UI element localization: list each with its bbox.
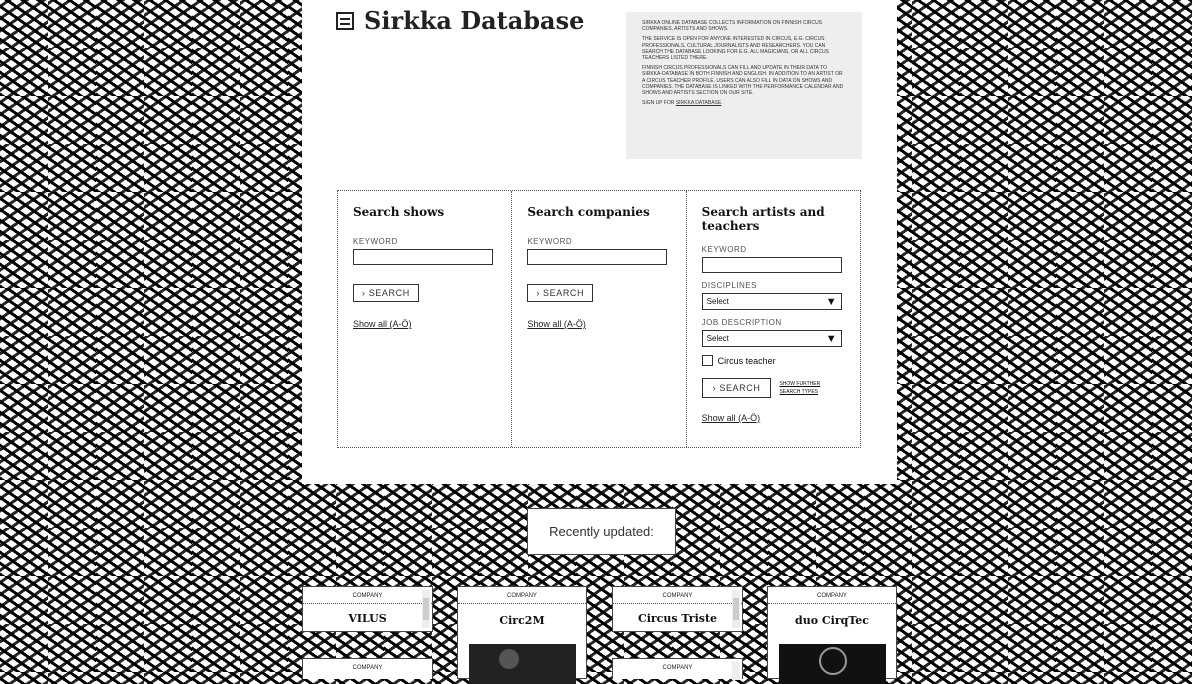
further-line-2: SEARCH TYPES [779, 389, 818, 395]
dropdown-arrow-icon: ▼ [825, 295, 837, 308]
card-name: Circ2M [499, 614, 545, 627]
card-type: COMPANY [458, 587, 586, 604]
companies-keyword-input[interactable] [527, 249, 668, 265]
job-description-label: JOB DESCRIPTION [701, 318, 782, 327]
card-name: duo CirqTec [795, 614, 869, 627]
artists-keyword-input[interactable] [701, 257, 842, 273]
artists-show-all-link[interactable]: Show all (A-Ö) [702, 413, 761, 423]
database-icon [336, 11, 354, 30]
circus-teacher-label: Circus teacher [717, 355, 776, 366]
card-type: COMPANY [613, 587, 742, 604]
signup-line: Sign up for Sirkka database. [642, 100, 846, 106]
scrollbar-thumb[interactable] [423, 598, 429, 620]
circus-teacher-checkbox[interactable] [701, 355, 713, 366]
search-shows-column: Search shows KEYWORD › SEARCH Show all (… [338, 191, 513, 447]
recently-updated-label: Recently updated: [527, 508, 676, 555]
recent-card[interactable]: COMPANY VILUS [302, 586, 433, 632]
circus-teacher-option[interactable]: Circus teacher [701, 355, 845, 366]
companies-keyword-label: KEYWORD [527, 237, 573, 246]
shows-keyword-label: KEYWORD [353, 237, 398, 246]
recent-card[interactable]: COMPANY duo CirqTec [767, 586, 897, 684]
page-title: Sirkka Database [336, 6, 584, 35]
companies-show-all-link[interactable]: Show all (A-Ö) [527, 319, 586, 329]
search-area: Search shows KEYWORD › SEARCH Show all (… [337, 190, 861, 448]
further-line-1: SHOW FURTHER [779, 381, 821, 387]
search-artists-column: Search artists and teachers KEYWORD DISC… [687, 191, 860, 447]
recent-card[interactable]: COMPANY Circus Triste [612, 586, 743, 632]
signup-prefix: Sign up for [642, 100, 676, 107]
shows-keyword-input[interactable] [353, 249, 493, 265]
card-image [779, 644, 886, 684]
search-artists-title: Search artists and teachers [701, 205, 825, 233]
scrollbar-thumb[interactable] [733, 598, 739, 620]
info-box: Sirkka online database collects informat… [626, 12, 862, 159]
artists-keyword-label: KEYWORD [701, 245, 747, 254]
job-description-select-value: Select [706, 334, 729, 343]
companies-search-button[interactable]: › SEARCH [527, 284, 594, 302]
dropdown-arrow-icon: ▼ [825, 332, 837, 345]
card-name: VILUS [348, 612, 387, 625]
shows-show-all-link[interactable]: Show all (A-Ö) [353, 319, 412, 329]
artists-button-row: › SEARCH SHOW FURTHER SEARCH TYPES [701, 378, 845, 398]
card-scrollbar[interactable] [422, 590, 430, 628]
recent-card[interactable]: COMPANY [302, 658, 433, 679]
card-type: COMPANY [768, 587, 896, 604]
show-further-search-types-link[interactable]: SHOW FURTHER SEARCH TYPES [779, 380, 820, 396]
disciplines-select[interactable]: Select ▼ [701, 293, 842, 310]
info-paragraph-2: The service is open for anyone intereste… [642, 36, 829, 62]
job-description-select[interactable]: Select ▼ [701, 330, 842, 347]
signup-suffix: . [721, 100, 723, 107]
artists-search-button[interactable]: › SEARCH [701, 378, 772, 398]
card-image [469, 644, 576, 684]
recent-card[interactable]: COMPANY Circ2M [457, 586, 587, 684]
card-type: COMPANY [662, 665, 693, 671]
page-title-text: Sirkka Database [364, 6, 585, 35]
card-type: COMPANY [303, 587, 432, 604]
card-type: COMPANY [352, 665, 383, 671]
card-scrollbar[interactable] [732, 662, 740, 680]
shows-search-button[interactable]: › SEARCH [353, 284, 419, 302]
info-paragraph-1: Sirkka online database collects informat… [642, 20, 823, 33]
search-companies-column: Search companies KEYWORD › SEARCH Show a… [512, 191, 687, 447]
recent-card[interactable]: COMPANY [612, 658, 743, 680]
disciplines-label: DISCIPLINES [701, 281, 757, 290]
signup-link[interactable]: Sirkka database [676, 100, 721, 106]
card-scrollbar[interactable] [732, 590, 740, 628]
card-name: Circus Triste [637, 612, 718, 625]
info-paragraph-3: Finnish circus professionals can fill an… [642, 65, 844, 97]
search-companies-title: Search companies [527, 205, 650, 219]
search-shows-title: Search shows [353, 205, 445, 219]
disciplines-select-value: Select [706, 297, 729, 306]
